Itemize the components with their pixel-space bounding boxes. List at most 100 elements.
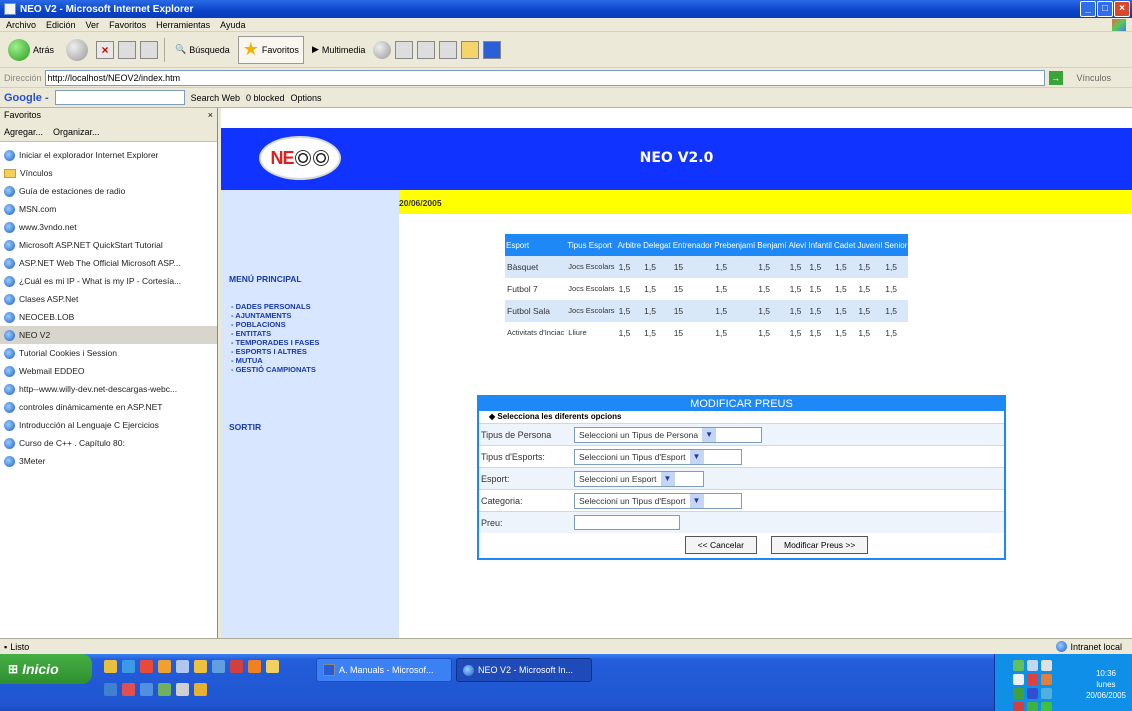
favorite-item[interactable]: controles dinámicamente en ASP.NET (0, 398, 217, 416)
menu-ver[interactable]: Ver (86, 20, 100, 30)
select-esport[interactable]: Seleccioni un Esport ▼ (574, 470, 704, 487)
add-favorite-button[interactable]: Agregar... (4, 127, 43, 137)
bluetooth-icon[interactable] (483, 40, 502, 59)
tray-icon[interactable] (1027, 674, 1038, 685)
tray-icon[interactable] (1013, 674, 1024, 685)
quick-launch-icon[interactable] (248, 660, 261, 673)
history-icon[interactable] (373, 40, 392, 59)
home-icon[interactable] (140, 40, 159, 59)
quick-launch-icon[interactable] (194, 683, 207, 696)
google-search-input[interactable] (54, 90, 185, 105)
quick-launch-icon[interactable] (122, 683, 135, 696)
go-button[interactable]: → (1048, 70, 1063, 85)
tray-icon[interactable] (1027, 660, 1038, 671)
tray-icon[interactable] (1041, 688, 1052, 699)
menu-link-poblacions[interactable]: - POBLACIONS (231, 320, 319, 329)
menu-link-dades-personals[interactable]: - DADES PERSONALS (231, 302, 319, 311)
favorite-item[interactable]: NEO V2 (0, 326, 217, 344)
menu-link-campionats[interactable]: - GESTIÓ CAMPIONATS (231, 365, 319, 374)
clock[interactable]: 10:36 lunes 20/06/2005 (1086, 668, 1126, 701)
favorite-item[interactable]: ¿Cuál es mi IP - What is my IP - Cortesí… (0, 272, 217, 290)
maximize-button[interactable]: □ (1097, 1, 1113, 17)
favorite-item[interactable]: ASP.NET Web The Official Microsoft ASP..… (0, 254, 217, 272)
folder-icon[interactable] (461, 40, 480, 59)
tray-icon[interactable] (1041, 660, 1052, 671)
quick-launch-icon[interactable] (158, 660, 171, 673)
links-label[interactable]: Vínculos (1077, 73, 1112, 83)
menu-link-mutua[interactable]: - MUTUA (231, 356, 319, 365)
select-tipus-esport[interactable]: Seleccioni un Tipus d'Esport ▼ (574, 448, 742, 465)
menu-link-temporades[interactable]: - TEMPORADES I FASES (231, 338, 319, 347)
tray-icon[interactable] (1041, 702, 1052, 711)
menu-archivo[interactable]: Archivo (6, 20, 36, 30)
address-input[interactable]: http://localhost/NEOV2/index.htm (44, 69, 1045, 86)
favorite-item[interactable]: Tutorial Cookies i Session (0, 344, 217, 362)
google-search-web[interactable]: Search Web (191, 93, 240, 103)
menu-link-esports[interactable]: - ESPORTS I ALTRES (231, 347, 319, 356)
favorite-item[interactable]: Curso de C++ . Capítulo 80: (0, 434, 217, 452)
cancel-button[interactable]: << Cancelar (684, 536, 757, 554)
tray-icon[interactable] (1013, 688, 1024, 699)
search-button[interactable]: 🔍 Búsqueda (171, 36, 234, 64)
stop-icon[interactable]: × (96, 40, 115, 59)
menu-ayuda[interactable]: Ayuda (220, 20, 245, 30)
multimedia-button[interactable]: ▶ Multimedia (308, 36, 369, 64)
quick-launch-icon[interactable] (158, 683, 171, 696)
back-button[interactable]: Atrás (4, 36, 58, 64)
quick-launch-icon[interactable] (266, 660, 279, 673)
favorite-item[interactable]: www.3vndo.net (0, 218, 217, 236)
quick-launch-icon[interactable] (140, 660, 153, 673)
quick-launch-icon[interactable] (104, 660, 117, 673)
refresh-icon[interactable] (118, 40, 137, 59)
quick-launch-icon[interactable] (122, 660, 135, 673)
tray-icon[interactable] (1027, 688, 1038, 699)
favorite-item[interactable]: http--www.willy-dev.net-descargas-webc..… (0, 380, 217, 398)
tray-icon[interactable] (1013, 660, 1024, 671)
print-icon[interactable] (417, 40, 436, 59)
favorite-item[interactable]: Guía de estaciones de radio (0, 182, 217, 200)
organize-favorites-button[interactable]: Organizar... (53, 127, 100, 137)
start-button[interactable]: ⊞ Inicio (0, 654, 92, 684)
tray-icon[interactable] (1041, 674, 1052, 685)
minimize-button[interactable]: _ (1080, 1, 1096, 17)
close-button[interactable]: × (1114, 1, 1130, 17)
tray-icon[interactable] (1013, 702, 1024, 711)
quick-launch-icon[interactable] (212, 660, 225, 673)
quick-launch-icon[interactable] (140, 683, 153, 696)
quick-launch-icon[interactable] (104, 683, 117, 696)
quick-launch-icon[interactable] (230, 660, 243, 673)
menu-edicion[interactable]: Edición (46, 20, 76, 30)
menu-herramientas[interactable]: Herramientas (156, 20, 210, 30)
modify-prices-button[interactable]: Modificar Preus >> (770, 536, 869, 554)
menu-favoritos[interactable]: Favoritos (109, 20, 146, 30)
google-options[interactable]: Options (291, 93, 322, 103)
popup-blocked-count[interactable]: 0 blocked (246, 93, 285, 103)
taskbar-item-manuals[interactable]: A. Manuals - Microsof... (316, 658, 452, 682)
taskbar-item-neo[interactable]: NEO V2 - Microsoft In... (456, 658, 592, 682)
favorite-item[interactable]: Webmail EDDEO (0, 362, 217, 380)
favorite-item[interactable]: MSN.com (0, 200, 217, 218)
mail-icon[interactable] (395, 40, 414, 59)
favorite-item[interactable]: 3Meter (0, 452, 217, 470)
menu-link-entitats[interactable]: - ENTITATS (231, 329, 319, 338)
favorite-item[interactable]: Microsoft ASP.NET QuickStart Tutorial (0, 236, 217, 254)
select-tipus-persona[interactable]: Seleccioni un Tipus de Persona ▼ (574, 426, 762, 443)
favorite-item[interactable]: Vínculos (0, 164, 217, 182)
logout-link[interactable]: SORTIR (229, 422, 261, 432)
forward-button[interactable] (62, 36, 92, 64)
favorite-item[interactable]: Iniciar el explorador Internet Explorer (0, 146, 217, 164)
favorites-close-icon[interactable]: × (208, 110, 213, 120)
google-logo[interactable]: Google - (4, 92, 49, 104)
price-input[interactable] (574, 515, 680, 530)
favorite-item[interactable]: NEOCEB.LOB (0, 308, 217, 326)
favorite-item[interactable]: Introducción al Lenguaje C Ejercicios (0, 416, 217, 434)
favorites-button[interactable]: ★ Favoritos (237, 35, 304, 64)
menu-link-ajuntaments[interactable]: - AJUNTAMENTS (231, 311, 319, 320)
quick-launch-icon[interactable] (176, 660, 189, 673)
select-categoria[interactable]: Seleccioni un Tipus d'Esport ▼ (574, 492, 742, 509)
quick-launch-icon[interactable] (194, 660, 207, 673)
tray-icon[interactable] (1027, 702, 1038, 711)
edit-icon[interactable] (439, 40, 458, 59)
favorite-item[interactable]: Clases ASP.Net (0, 290, 217, 308)
quick-launch-icon[interactable] (176, 683, 189, 696)
